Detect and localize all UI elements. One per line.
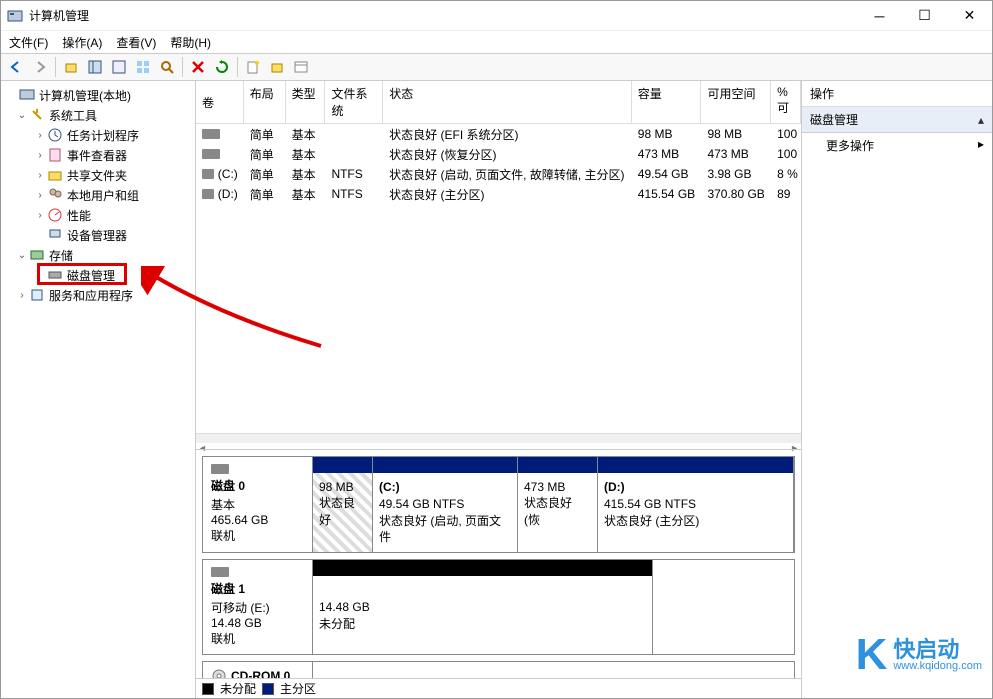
volume-row[interactable]: 简单基本状态良好 (EFI 系统分区)98 MB98 MB100 (196, 124, 801, 144)
tree-storage[interactable]: ⌄存储 (1, 245, 195, 265)
disk1-block[interactable]: 磁盘 1 可移动 (E:) 14.48 GB 联机 14.48 GB 未分配 (202, 559, 795, 655)
cdrom-label: CD-ROM 0 DVD (F:) (203, 662, 313, 678)
forward-button[interactable] (29, 56, 51, 78)
perf-icon (47, 207, 63, 223)
hscroll[interactable] (196, 433, 801, 443)
menu-action[interactable]: 操作(A) (62, 34, 102, 51)
graphical-view[interactable]: 磁盘 0 基本 465.64 GB 联机 98 MB 状态良好 (196, 449, 801, 679)
col-type[interactable]: 类型 (286, 81, 326, 123)
event-icon (47, 147, 63, 163)
part-d[interactable]: (D:) 415.54 GB NTFS 状态良好 (主分区) (598, 457, 794, 553)
show-tree-icon[interactable] (84, 56, 106, 78)
tools-icon (29, 107, 45, 123)
find-icon[interactable] (156, 56, 178, 78)
expand-icon[interactable]: › (33, 210, 47, 221)
shared-icon (47, 167, 63, 183)
part-recovery[interactable]: 473 MB 状态良好 (恢 (518, 457, 598, 553)
part-efi[interactable]: 98 MB 状态良好 (313, 457, 373, 553)
tree-users[interactable]: ›本地用户和组 (1, 185, 195, 205)
cd-icon (211, 668, 227, 678)
legend-unalloc-swatch (202, 683, 214, 695)
actions-title: 操作 (802, 81, 992, 107)
properties-icon[interactable] (108, 56, 130, 78)
services-icon (29, 287, 45, 303)
title-bar: 计算机管理 ─ ☐ ✕ (1, 1, 992, 31)
col-volume[interactable]: 卷 (196, 81, 244, 123)
app-icon (7, 8, 23, 24)
col-layout[interactable]: 布局 (244, 81, 286, 123)
maximize-button[interactable]: ☐ (902, 1, 947, 30)
expand-icon[interactable]: › (33, 190, 47, 201)
disk-icon (211, 567, 229, 577)
back-button[interactable] (5, 56, 27, 78)
folder-icon[interactable] (266, 56, 288, 78)
device-icon (47, 227, 63, 243)
tree-diskmgmt[interactable]: 磁盘管理 (1, 265, 195, 285)
minimize-button[interactable]: ─ (857, 1, 902, 30)
cdrom-block[interactable]: CD-ROM 0 DVD (F:) (202, 661, 795, 678)
disk0-block[interactable]: 磁盘 0 基本 465.64 GB 联机 98 MB 状态良好 (202, 456, 795, 554)
col-fs[interactable]: 文件系统 (325, 81, 383, 123)
actions-more[interactable]: 更多操作 ▸ (802, 133, 992, 158)
disk0-label: 磁盘 0 基本 465.64 GB 联机 (203, 457, 313, 553)
col-free[interactable]: 可用空间 (701, 81, 771, 123)
collapse-icon[interactable]: ⌄ (15, 250, 29, 261)
part-c[interactable]: (C:) 49.54 GB NTFS 状态良好 (启动, 页面文件 (373, 457, 518, 553)
legend-primary-swatch (262, 683, 274, 695)
menu-file[interactable]: 文件(F) (9, 34, 48, 51)
col-status[interactable]: 状态 (383, 81, 632, 123)
grid-icon[interactable] (132, 56, 154, 78)
volume-row[interactable]: 简单基本状态良好 (恢复分区)473 MB473 MB100 (196, 144, 801, 164)
tree-panel[interactable]: 计算机管理(本地) ⌄系统工具 ›任务计划程序 ›事件查看器 ›共享文件夹 ›本… (1, 81, 196, 698)
clock-icon (47, 127, 63, 143)
up-button[interactable] (60, 56, 82, 78)
expand-icon[interactable]: › (33, 170, 47, 181)
new-icon[interactable] (242, 56, 264, 78)
delete-icon[interactable] (187, 56, 209, 78)
volume-table[interactable]: 卷 布局 类型 文件系统 状态 容量 可用空间 % 可 简单基本状态良好 (EF… (196, 81, 801, 204)
refresh-icon[interactable] (211, 56, 233, 78)
list-icon[interactable] (290, 56, 312, 78)
window-title: 计算机管理 (29, 7, 89, 24)
legend: 未分配 主分区 (196, 678, 801, 698)
expand-icon[interactable]: › (33, 150, 47, 161)
disk-icon (211, 464, 229, 474)
expand-icon[interactable]: › (15, 290, 29, 301)
tree-services[interactable]: ›服务和应用程序 (1, 285, 195, 305)
actions-section[interactable]: 磁盘管理 ▴ (802, 107, 992, 133)
computer-icon (19, 87, 35, 103)
storage-icon (29, 247, 45, 263)
tree-systools[interactable]: ⌄系统工具 (1, 105, 195, 125)
part-unalloc[interactable]: 14.48 GB 未分配 (313, 560, 653, 654)
close-button[interactable]: ✕ (947, 1, 992, 30)
tree-devmgr[interactable]: 设备管理器 (1, 225, 195, 245)
volume-row[interactable]: (C:)简单基本NTFS状态良好 (启动, 页面文件, 故障转储, 主分区)49… (196, 164, 801, 184)
collapse-arrow-icon: ▴ (978, 113, 984, 127)
expand-icon[interactable]: › (33, 130, 47, 141)
toolbar (1, 53, 992, 81)
users-icon (47, 187, 63, 203)
volume-header: 卷 布局 类型 文件系统 状态 容量 可用空间 % 可 (196, 81, 801, 124)
chevron-right-icon: ▸ (978, 137, 984, 154)
menu-view[interactable]: 查看(V) (116, 34, 156, 51)
menu-help[interactable]: 帮助(H) (170, 34, 211, 51)
tree-task[interactable]: ›任务计划程序 (1, 125, 195, 145)
actions-panel: 操作 磁盘管理 ▴ 更多操作 ▸ (802, 81, 992, 698)
volume-row[interactable]: (D:)简单基本NTFS状态良好 (主分区)415.54 GB370.80 GB… (196, 184, 801, 204)
disk1-label: 磁盘 1 可移动 (E:) 14.48 GB 联机 (203, 560, 313, 654)
tree-shared[interactable]: ›共享文件夹 (1, 165, 195, 185)
tree-event[interactable]: ›事件查看器 (1, 145, 195, 165)
col-capacity[interactable]: 容量 (632, 81, 702, 123)
collapse-icon[interactable]: ⌄ (15, 110, 29, 121)
tree-perf[interactable]: ›性能 (1, 205, 195, 225)
col-pct[interactable]: % 可 (771, 81, 801, 123)
disk-icon (47, 267, 63, 283)
main-panel: 卷 布局 类型 文件系统 状态 容量 可用空间 % 可 简单基本状态良好 (EF… (196, 81, 802, 698)
tree-root[interactable]: 计算机管理(本地) (1, 85, 195, 105)
menu-bar: 文件(F) 操作(A) 查看(V) 帮助(H) (1, 31, 992, 53)
